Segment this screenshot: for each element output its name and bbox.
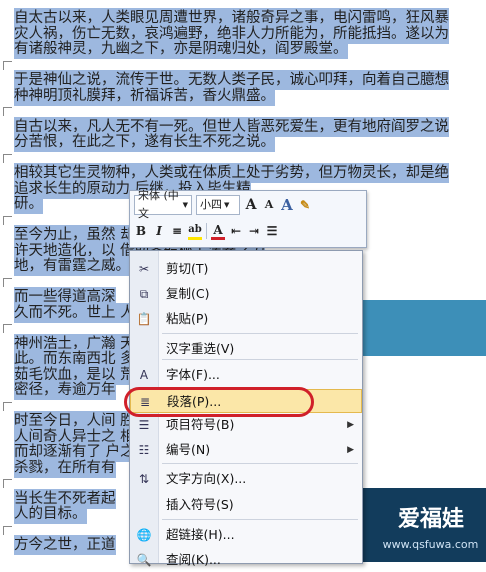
menu-separator [162, 463, 358, 464]
menu-item-label: 插入符号(S) [166, 497, 234, 512]
menu-item[interactable]: 汉字重选(V) [130, 337, 362, 361]
font-color-button[interactable]: A [211, 223, 225, 240]
document-line: 密径，寿逾万年 [14, 380, 116, 400]
document-line: 地，有雷霆之威。 [14, 256, 130, 276]
increase-indent-button[interactable]: ⇥ [247, 222, 261, 240]
paragraph-mark-icon [3, 107, 12, 116]
menu-separator [162, 333, 358, 334]
paragraph-mark-icon [3, 324, 12, 333]
menu-item-label: 超链接(H)... [166, 527, 235, 542]
mini-toolbar: 宋体 (中文 ▼ 小四 ▼ A A A ✎ B I ≡ ab A ⇤ ⇥ ☰ [129, 189, 367, 248]
menu-item-label: 文字方向(X)... [166, 471, 247, 486]
menu-item-label: 查阅(K)... [166, 552, 221, 567]
paragraph-mark-icon [3, 60, 12, 70]
text-direction-icon: ⇅ [138, 472, 150, 486]
watermark-logo: 爱福娃 [397, 507, 464, 532]
menu-item[interactable]: 🔍 查阅(K)... [130, 548, 362, 572]
menu-item-label: 粘贴(P) [166, 311, 209, 326]
chevron-down-icon: ▼ [224, 201, 230, 209]
menu-item-label: 编号(N) [166, 442, 211, 457]
highlight-button[interactable]: ab [188, 223, 202, 240]
annotation-highlight-ring [124, 387, 314, 417]
paragraph-mark-icon [3, 153, 12, 163]
paragraph-mark-icon [3, 479, 12, 488]
shrink-font-button[interactable]: A [262, 196, 276, 214]
menu-item[interactable]: ✂ 剪切(T) [130, 257, 362, 281]
numbering-icon: ☷ [138, 443, 150, 457]
menu-item-label: 剪切(T) [166, 261, 209, 276]
document-line: 有诸般神灵，九幽之下，亦是阴魂归处，阎罗殿堂。 [14, 39, 348, 59]
format-painter-icon[interactable]: ✎ [298, 196, 312, 214]
menu-item[interactable]: 插入符号(S) [130, 493, 362, 517]
paragraph-mark-icon [3, 215, 12, 225]
menu-item-label: 复制(C) [166, 286, 210, 301]
bold-button[interactable]: B [134, 222, 148, 240]
document-line: 研。 [14, 194, 43, 214]
menu-separator [162, 519, 358, 520]
toolbar-separator [206, 223, 207, 239]
document-line: 杀戮，在所有有 [14, 457, 116, 478]
menu-item[interactable]: 🌐 超链接(H)... [130, 523, 362, 547]
font-name-combo[interactable]: 宋体 (中文 ▼ [134, 189, 192, 220]
chevron-down-icon: ▼ [182, 201, 188, 209]
paragraph-mark-icon [3, 401, 12, 411]
document-line: 种神明顶礼膜拜，祈福诉苦，香火鼎盛。 [14, 85, 275, 106]
font-name-value: 宋体 (中文 [138, 189, 179, 220]
italic-button[interactable]: I [152, 222, 166, 240]
submenu-arrow-icon: ▶ [347, 420, 354, 430]
hyperlink-icon: 🌐 [136, 528, 152, 542]
embedded-image [361, 300, 486, 356]
submenu-arrow-icon: ▶ [347, 445, 354, 455]
font-size-combo[interactable]: 小四 ▼ [196, 195, 240, 215]
paragraph-mark-icon [3, 525, 12, 535]
scissors-icon: ✂ [138, 262, 150, 276]
menu-item[interactable]: 📋 粘贴(P) [130, 307, 362, 331]
menu-item[interactable]: ⧉ 复制(C) [130, 282, 362, 306]
menu-item[interactable]: A 字体(F)... [130, 363, 362, 387]
lookup-icon: 🔍 [136, 553, 152, 567]
font-size-value: 小四 [200, 198, 222, 211]
grow-font-button[interactable]: A [244, 196, 258, 214]
bullets-icon: ☰ [138, 418, 150, 432]
menu-item[interactable]: ☷ 编号(N) ▶ [130, 438, 362, 462]
decrease-indent-button[interactable]: ⇤ [229, 222, 243, 240]
document-line: 方今之世，正道 [14, 535, 116, 555]
paste-icon: 📋 [136, 312, 152, 326]
center-align-button[interactable]: ≡ [170, 222, 184, 240]
menu-item-label: 汉字重选(V) [166, 341, 235, 356]
styles-button[interactable]: A [280, 196, 294, 214]
document-line: 人的目标。 [14, 504, 87, 524]
watermark-url: www.qsfuwa.com [382, 538, 479, 551]
bullets-button[interactable]: ☰ [265, 222, 279, 240]
document-line: 分苦恨，在此之下，遂有长生不死之说。 [14, 132, 275, 152]
paragraph-mark-icon [3, 277, 12, 287]
font-icon: A [139, 368, 149, 382]
menu-item-label: 字体(F)... [166, 367, 220, 382]
menu-item[interactable]: ⇅ 文字方向(X)... [130, 467, 362, 491]
copy-icon: ⧉ [139, 287, 149, 301]
